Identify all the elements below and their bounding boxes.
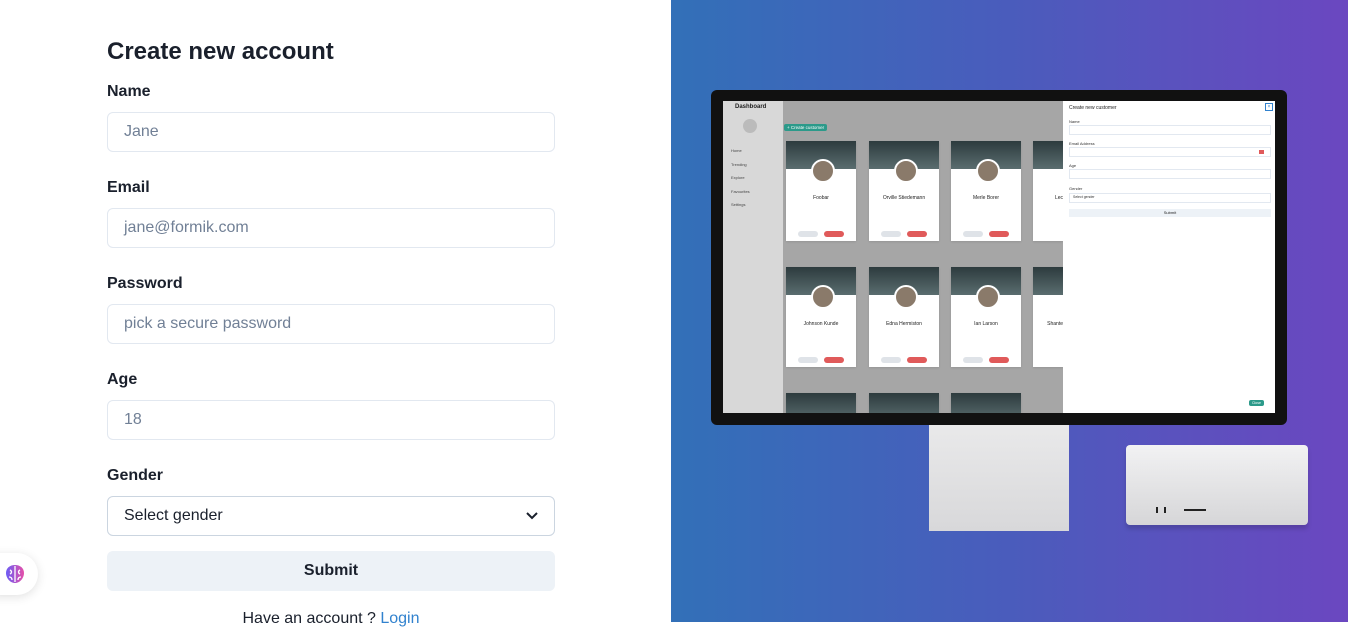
login-link[interactable]: Login [380, 610, 419, 627]
dashboard-preview: Dashboard + Create customer Home Trendin… [723, 101, 1275, 413]
mock-card-name: Lec [1054, 195, 1063, 201]
chevron-down-icon [526, 497, 538, 535]
monitor-illustration: Dashboard + Create customer Home Trendin… [711, 90, 1287, 425]
mock-card-name: Orville Stiedemann [882, 195, 926, 201]
create-customer-button: + Create customer [784, 124, 828, 131]
gender-label: Gender [107, 467, 164, 484]
gender-select-value: Select gender [124, 507, 223, 524]
monitor-stand [929, 425, 1069, 531]
mock-card-name: Ian Larson [974, 321, 998, 327]
mock-card-name: Foobar [813, 195, 829, 201]
computer-box-illustration [1126, 445, 1308, 525]
email-input[interactable]: jane@formik.com [107, 208, 555, 248]
brain-icon[interactable] [0, 553, 38, 595]
email-label: Email [107, 179, 150, 196]
password-input[interactable]: pick a secure password [107, 304, 555, 344]
signin-prompt: Have an account ? Login [107, 610, 555, 628]
submit-button[interactable]: Submit [107, 551, 555, 591]
form-panel: Create new account Name Jane Email jane@… [0, 0, 671, 627]
name-input[interactable]: Jane [107, 112, 555, 152]
mock-drawer: Create new customer × Name Email Address… [1063, 101, 1275, 413]
mock-card-name: Merle Borer [972, 195, 1000, 201]
page-title: Create new account [107, 38, 334, 65]
age-input[interactable]: 18 [107, 400, 555, 440]
mock-card-name: Johnson Kunde [803, 321, 839, 327]
mock-card-name: Shante [1047, 321, 1063, 327]
signin-text: Have an account ? [242, 610, 376, 627]
hero-panel: Dashboard + Create customer Home Trendin… [671, 0, 1348, 622]
mock-card-name: Edna Hermiston [886, 321, 922, 327]
mock-nav: Home Trending Explore Favourites Setting… [731, 148, 750, 207]
gender-select[interactable]: Select gender [107, 496, 555, 536]
age-label: Age [107, 371, 138, 388]
password-label: Password [107, 275, 183, 292]
signup-form: Create new account Name Jane Email jane@… [107, 30, 555, 628]
name-label: Name [107, 83, 151, 100]
dashboard-title: Dashboard [735, 104, 767, 110]
